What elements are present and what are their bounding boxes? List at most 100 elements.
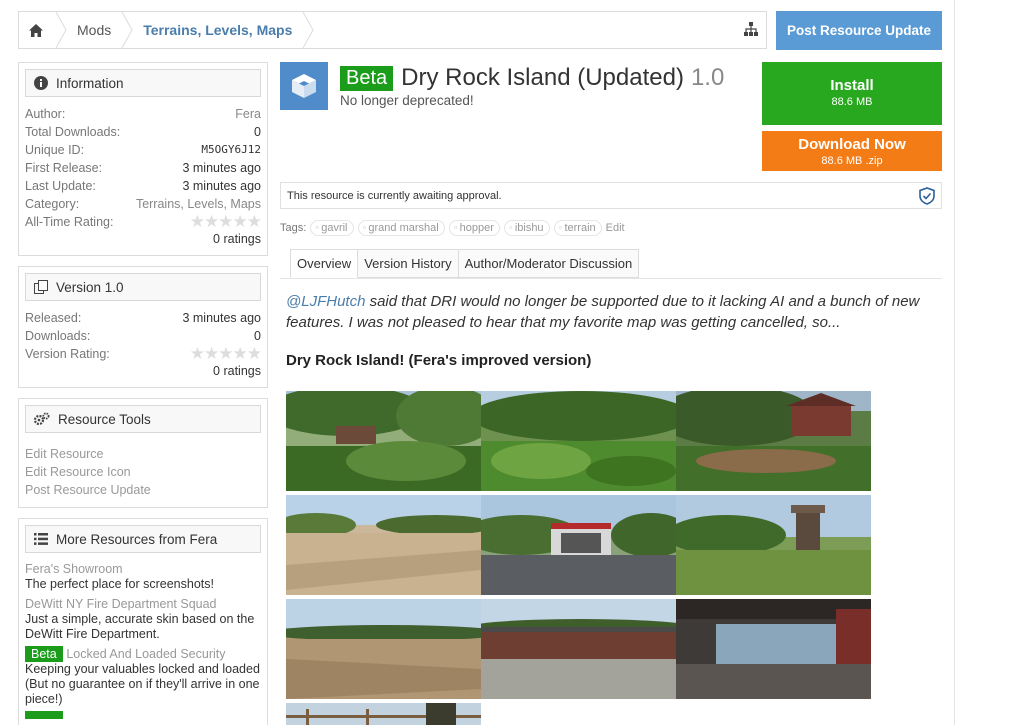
version-value: 3 minutes ago xyxy=(182,311,261,325)
tab-divider xyxy=(280,278,942,279)
edit-tags-link[interactable]: Edit xyxy=(606,222,625,234)
post-resource-update-button[interactable]: Post Resource Update xyxy=(776,11,942,50)
tab-author-discussion[interactable]: Author/Moderator Discussion xyxy=(458,249,640,278)
version-title: Version 1.0 xyxy=(56,279,124,295)
download-now-button[interactable]: Download Now 88.6 MB .zip xyxy=(762,131,942,171)
resource-icon xyxy=(280,62,328,110)
author-link[interactable]: Fera xyxy=(235,105,261,123)
breadcrumb-category[interactable]: Terrains, Levels, Maps xyxy=(127,12,314,48)
tab-version-history[interactable]: Version History xyxy=(358,249,459,278)
info-value: 3 minutes ago xyxy=(182,179,261,193)
tag[interactable]: hopper xyxy=(448,220,500,236)
screenshot-thumbnail[interactable] xyxy=(676,391,871,491)
breadcrumb-category-label: Terrains, Levels, Maps xyxy=(143,22,293,38)
version-rating-stars: ★★★★★ xyxy=(189,344,262,363)
user-mention-link[interactable]: @LJFHutch xyxy=(286,293,365,310)
post-resource-update-link[interactable]: Post Resource Update xyxy=(25,481,261,499)
copy-icon xyxy=(34,280,48,294)
tag[interactable]: terrain xyxy=(553,220,602,236)
tab-overview[interactable]: Overview xyxy=(290,249,359,278)
cube-icon xyxy=(292,74,316,98)
description-text: said that DRI would no longer be support… xyxy=(286,293,920,331)
more-item: Beta Locked And Loaded Security Keeping … xyxy=(25,646,261,719)
breadcrumb-home[interactable] xyxy=(19,12,67,48)
edit-resource-link[interactable]: Edit Resource xyxy=(25,445,261,463)
gears-icon xyxy=(34,412,50,426)
home-icon xyxy=(29,23,43,37)
resource-tools-title: Resource Tools xyxy=(58,411,151,427)
version-block: Version 1.0 Released: 3 minutes ago Downl… xyxy=(18,266,268,388)
screenshot-thumbnail[interactable] xyxy=(286,599,481,699)
download-size: 88.6 MB .zip xyxy=(821,155,883,167)
more-item-title-link[interactable]: Fera's Showroom xyxy=(25,561,261,577)
screenshot-thumbnail[interactable] xyxy=(676,495,871,595)
page-gutter xyxy=(956,0,1032,725)
info-row-category: Category: Terrains, Levels, Maps xyxy=(25,195,261,213)
rating-stars: ★★★★★ xyxy=(189,212,262,231)
page: Mods Terrains, Levels, Maps Post Resourc… xyxy=(0,0,955,725)
info-circle-icon xyxy=(34,76,48,90)
info-key: Unique ID: xyxy=(25,143,85,157)
tag-list: Tags: gavril grand marshal hopper ibishu… xyxy=(280,220,625,236)
info-value: 0 xyxy=(254,125,261,139)
beta-badge: Beta xyxy=(25,646,63,662)
more-item-desc: The perfect place for screenshots! xyxy=(25,577,214,591)
more-resources-title: More Resources from Fera xyxy=(56,531,218,547)
more-item: DeWitt NY Fire Department Squad Just a s… xyxy=(25,596,261,642)
more-item-title-link[interactable]: Locked And Loaded Security xyxy=(66,647,225,661)
tag[interactable]: ibishu xyxy=(503,220,550,236)
breadcrumb-mods-label: Mods xyxy=(77,22,112,38)
version-key: Downloads: xyxy=(25,329,91,343)
description-heading: Dry Rock Island! (Fera's improved versio… xyxy=(286,352,592,369)
resource-version: 1.0 xyxy=(690,64,725,91)
more-item: Fera's Showroom The perfect place for sc… xyxy=(25,561,261,592)
resource-tagline: No longer deprecated! xyxy=(340,93,474,108)
resource-title-area: Beta Dry Rock Island (Updated) 1.0 No lo… xyxy=(340,64,724,108)
screenshot-thumbnail[interactable] xyxy=(481,495,676,595)
version-row-rating: Version Rating: ★★★★★ xyxy=(25,344,262,363)
info-row-rating: All-Time Rating: ★★★★★ xyxy=(25,212,262,231)
info-key: Author: xyxy=(25,107,66,121)
screenshot-thumbnail[interactable] xyxy=(676,599,871,699)
sidebar: Information Author: Fera Total Downloads:… xyxy=(18,62,268,725)
download-label: Download Now xyxy=(798,136,906,153)
rating-count: 0 ratings xyxy=(213,232,261,246)
info-key: All-Time Rating: xyxy=(25,215,114,229)
resource-description: @LJFHutch said that DRI would no longer … xyxy=(286,291,938,333)
version-value: 0 xyxy=(254,329,261,343)
install-label: Install xyxy=(830,77,874,94)
info-value: 3 minutes ago xyxy=(182,161,261,175)
tag[interactable]: gavril xyxy=(310,220,354,236)
sitemap-icon[interactable] xyxy=(744,22,758,36)
install-button[interactable]: Install 88.6 MB xyxy=(762,62,942,125)
edit-resource-icon-link[interactable]: Edit Resource Icon xyxy=(25,463,261,481)
version-rating-count: 0 ratings xyxy=(213,364,261,378)
info-row-unique-id: Unique ID: M5OGY6J12 xyxy=(25,141,261,159)
info-row-last-update: Last Update: 3 minutes ago xyxy=(25,177,261,195)
breadcrumb: Mods Terrains, Levels, Maps xyxy=(18,11,767,49)
breadcrumb-mods[interactable]: Mods xyxy=(61,12,133,48)
information-block: Information Author: Fera Total Downloads:… xyxy=(18,62,268,256)
screenshot-thumbnail[interactable] xyxy=(286,391,481,491)
tags-label: Tags: xyxy=(280,222,307,234)
resource-title-text: Dry Rock Island (Updated) xyxy=(401,64,684,91)
info-key: Total Downloads: xyxy=(25,125,121,139)
screenshot-thumbnail[interactable] xyxy=(286,495,481,595)
info-key: Last Update: xyxy=(25,179,96,193)
version-row-released: Released: 3 minutes ago xyxy=(25,309,261,327)
approval-notice: This resource is currently awaiting appr… xyxy=(280,182,942,209)
screenshot-thumbnail[interactable] xyxy=(481,599,676,699)
resource-tools-block: Resource Tools Edit Resource Edit Resour… xyxy=(18,398,268,508)
more-item-title-link[interactable]: DeWitt NY Fire Department Squad xyxy=(25,596,261,612)
information-header: Information xyxy=(25,69,261,97)
version-header: Version 1.0 xyxy=(25,273,261,301)
install-size: 88.6 MB xyxy=(831,96,873,108)
screenshot-thumbnail[interactable] xyxy=(286,703,481,725)
category-link[interactable]: Terrains, Levels, Maps xyxy=(136,195,261,213)
tab-bar: Overview Version History Author/Moderato… xyxy=(290,249,640,278)
more-item-desc: Keeping your valuables locked and loaded… xyxy=(25,662,260,706)
tag[interactable]: grand marshal xyxy=(357,220,445,236)
screenshot-thumbnail[interactable] xyxy=(481,391,676,491)
version-row-downloads: Downloads: 0 xyxy=(25,327,261,345)
more-resources-block: More Resources from Fera Fera's Showroom… xyxy=(18,518,268,725)
